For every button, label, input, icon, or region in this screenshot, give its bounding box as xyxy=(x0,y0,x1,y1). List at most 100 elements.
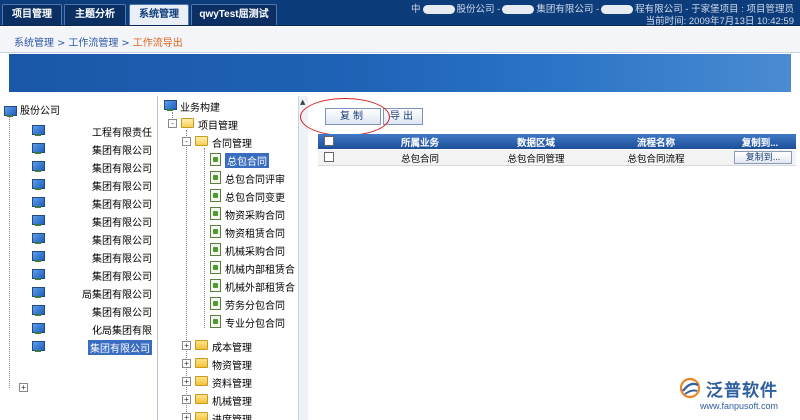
computer-icon xyxy=(32,143,45,154)
org-item[interactable]: 集团有限公司 xyxy=(28,141,156,157)
document-icon xyxy=(210,189,221,202)
header-banner xyxy=(9,54,791,92)
folder-open-icon xyxy=(195,136,208,146)
cell-data-area: 总包合同管理 xyxy=(507,154,565,165)
tree-node-label: 总包合同 xyxy=(225,153,269,168)
org-item[interactable]: 集团有限公司 xyxy=(28,249,156,265)
tab-system-management[interactable]: 系统管理 xyxy=(129,4,189,25)
document-icon xyxy=(210,225,221,238)
org-item[interactable]: 集团有限公司 xyxy=(28,213,156,229)
org-item-selected[interactable]: 集团有限公司 xyxy=(28,339,156,355)
computer-icon xyxy=(32,179,45,190)
highlight-circle xyxy=(300,98,390,136)
computer-icon xyxy=(32,215,45,226)
breadcrumb-workflow-management[interactable]: 工作流管理 xyxy=(68,38,118,49)
business-tree-panel: 业务构建 - 项目管理 - 合同管理 总包合同 总包合同评审 总包合同变更 物资… xyxy=(160,96,308,420)
select-all-checkbox[interactable] xyxy=(324,136,334,146)
computer-icon xyxy=(32,287,45,298)
fanpusoft-watermark: 泛普软件 www.fanpusoft.com xyxy=(676,375,796,415)
org-item-label: 局集团有限公司 xyxy=(82,290,152,301)
computer-icon xyxy=(32,269,45,280)
org-item[interactable]: 集团有限公司 xyxy=(28,231,156,247)
top-nav-bar: 项目管理 主题分析 系统管理 qwyTest屈测试 中 股份公司 - 集团有限公司 … xyxy=(0,0,800,27)
breadcrumb-separator: > xyxy=(121,38,130,49)
expand-plus-icon[interactable]: + xyxy=(182,413,191,420)
collapse-minus-icon[interactable]: - xyxy=(168,119,177,128)
table-row[interactable]: 总包合同 总包合同管理 总包合同流程 复制到... xyxy=(318,150,796,166)
org-tree-panel: 股份公司 工程有限责任 集团有限公司 集团有限公司 集团有限公司 集团有限公司 … xyxy=(0,96,158,420)
computer-icon xyxy=(164,100,177,111)
computer-icon xyxy=(32,233,45,244)
tree-line xyxy=(204,148,205,328)
tree-node-label: 物资租赁合同 xyxy=(225,229,285,240)
folder-open-icon xyxy=(181,118,194,128)
expand-plus-icon[interactable]: + xyxy=(19,383,28,392)
fanpusoft-logo-icon xyxy=(679,377,701,399)
org-item-label: 集团有限公司 xyxy=(92,272,152,283)
tree-node-label: 总包合同变更 xyxy=(225,193,285,204)
org-item-label: 化局集团有限 xyxy=(92,326,152,337)
tab-qwytest[interactable]: qwyTest屈测试 xyxy=(191,4,277,25)
document-icon xyxy=(210,153,221,166)
vertical-scrollbar[interactable]: ▲ xyxy=(298,96,308,420)
tree-node-label: 机械内部租赁合 xyxy=(225,265,295,276)
expand-plus-icon[interactable]: + xyxy=(182,341,191,350)
org-item[interactable]: 工程有限责任 xyxy=(28,123,156,139)
redaction-mark xyxy=(601,4,634,14)
tab-theme-analysis[interactable]: 主题分析 xyxy=(64,4,126,25)
document-icon xyxy=(210,207,221,220)
tree-node-label: 专业分包合同 xyxy=(225,319,285,330)
column-header-data-area: 数据区域 xyxy=(516,138,555,149)
org-item-label: 集团有限公司 xyxy=(92,254,152,265)
folder-icon xyxy=(195,340,208,350)
scroll-up-arrow-icon[interactable]: ▲ xyxy=(300,98,305,106)
cell-business: 总包合同 xyxy=(400,154,439,165)
current-datetime: 当前时间: 2009年7月13日 10:42:59 xyxy=(645,16,794,27)
breadcrumb-system-management[interactable]: 系统管理 xyxy=(14,38,54,49)
redaction-mark xyxy=(502,4,535,14)
org-item[interactable]: 局集团有限公司 xyxy=(28,285,156,301)
tree-node-label: 物资管理 xyxy=(212,361,252,372)
org-item[interactable]: 化局集团有限 xyxy=(28,321,156,337)
company-part1: 股份公司 - xyxy=(456,4,501,15)
folder-icon xyxy=(195,376,208,386)
watermark-url: www.fanpusoft.com xyxy=(700,401,779,411)
org-tree-root[interactable]: 股份公司 xyxy=(4,102,60,117)
expand-plus-icon[interactable]: + xyxy=(182,395,191,404)
tree-node-label: 机械外部租赁合 xyxy=(225,283,295,294)
row-checkbox[interactable] xyxy=(324,152,334,162)
computer-icon xyxy=(32,341,45,352)
tree-node-label: 合同管理 xyxy=(212,139,252,150)
computer-icon xyxy=(4,105,17,117)
redaction-mark xyxy=(422,4,455,14)
expand-plus-icon[interactable]: + xyxy=(182,359,191,368)
cell-process-name: 总包合同流程 xyxy=(627,154,685,165)
grid-header: 所属业务 数据区域 流程名称 复制到... xyxy=(318,134,796,149)
expand-plus-icon[interactable]: + xyxy=(182,377,191,386)
tree-node-label: 项目管理 xyxy=(198,121,238,132)
org-item[interactable]: 集团有限公司 xyxy=(28,303,156,319)
document-icon xyxy=(210,261,221,274)
org-item-label: 工程有限责任 xyxy=(92,128,152,139)
tab-project-management[interactable]: 项目管理 xyxy=(2,4,62,25)
tree-line xyxy=(9,112,10,388)
org-item[interactable]: 集团有限公司 xyxy=(28,177,156,193)
org-item[interactable]: 集团有限公司 xyxy=(28,267,156,283)
document-icon xyxy=(210,297,221,310)
breadcrumb: 系统管理 > 工作流管理 > 工作流导出 xyxy=(0,27,800,53)
document-icon xyxy=(210,279,221,292)
org-item[interactable]: 集团有限公司 xyxy=(28,195,156,211)
tree-node-label: 进度管理 xyxy=(212,411,252,420)
org-item[interactable]: 集团有限公司 xyxy=(28,159,156,175)
tree-node-label: 总包合同评审 xyxy=(225,175,285,186)
org-item-label: 集团有限公司 xyxy=(92,182,152,193)
collapse-minus-icon[interactable]: - xyxy=(182,137,191,146)
computer-icon xyxy=(32,305,45,316)
copy-to-button[interactable]: 复制到... xyxy=(734,151,792,164)
document-icon xyxy=(210,243,221,256)
org-item-label: 集团有限公司 xyxy=(88,340,152,355)
folder-icon xyxy=(195,358,208,368)
breadcrumb-workflow-export: 工作流导出 xyxy=(132,38,183,49)
document-icon xyxy=(210,315,221,328)
folder-icon xyxy=(195,394,208,404)
